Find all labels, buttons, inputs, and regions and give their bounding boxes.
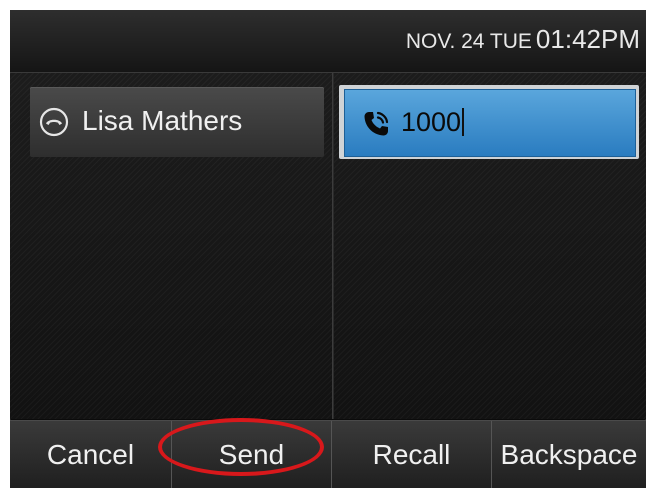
backspace-softkey[interactable]: Backspace <box>492 421 646 488</box>
dial-input[interactable]: 1000 <box>339 85 639 159</box>
dial-input-value: 1000 <box>401 107 465 138</box>
date-label: NOV. 24 TUE <box>405 30 532 53</box>
text-caret <box>462 108 465 136</box>
time-label: 01:42PM <box>535 24 640 54</box>
phone-handset-icon <box>361 109 391 139</box>
status-bar: NOV. 24 TUE 01:42PM <box>10 10 646 73</box>
dialed-number: 1000 <box>401 107 462 137</box>
line-key-lisa-mathers[interactable]: Lisa Mathers <box>30 87 324 157</box>
cancel-softkey[interactable]: Cancel <box>10 421 172 488</box>
phone-screen: NOV. 24 TUE 01:42PM Lisa Mathers 1000 Ca… <box>10 10 646 488</box>
recall-softkey[interactable]: Recall <box>332 421 492 488</box>
hang-up-icon <box>39 107 69 137</box>
call-area: Lisa Mathers 1000 <box>10 73 646 419</box>
line-key-label: Lisa Mathers <box>82 105 243 136</box>
date-time: NOV. 24 TUE 01:42PM <box>406 24 640 55</box>
panel-divider <box>332 73 334 419</box>
send-softkey[interactable]: Send <box>172 421 332 488</box>
softkey-bar: Cancel Send Recall Backspace <box>10 420 646 488</box>
dial-input-box[interactable]: 1000 <box>344 89 636 157</box>
